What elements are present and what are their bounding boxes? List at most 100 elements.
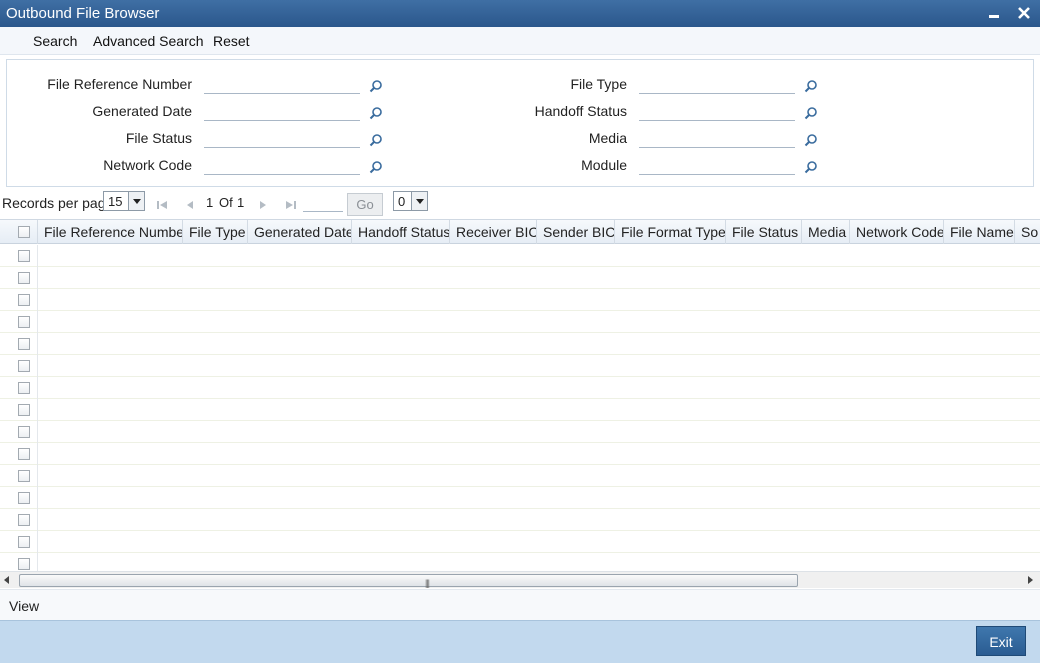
row-checkbox[interactable]: [18, 316, 30, 328]
column-header[interactable]: File Reference Number: [38, 220, 183, 244]
first-page-icon[interactable]: [155, 198, 169, 212]
footer: [0, 620, 1040, 663]
column-header[interactable]: File Status: [726, 220, 802, 244]
advanced-search-button[interactable]: Advanced Search: [93, 33, 204, 49]
column-header[interactable]: Receiver BIC: [450, 220, 537, 244]
search-icon[interactable]: [804, 106, 818, 120]
column-header[interactable]: File Type: [183, 220, 248, 244]
search-button[interactable]: Search: [33, 33, 77, 49]
of-label: Of: [219, 195, 233, 210]
table-row[interactable]: [0, 421, 1040, 443]
row-checkbox[interactable]: [18, 470, 30, 482]
row-checkbox[interactable]: [18, 514, 30, 526]
reset-button[interactable]: Reset: [213, 33, 250, 49]
results-grid: File Reference Number File Type Generate…: [0, 219, 1040, 571]
row-checkbox[interactable]: [18, 448, 30, 460]
table-row[interactable]: [0, 333, 1040, 355]
page-select[interactable]: 0: [393, 191, 428, 211]
select-all-checkbox[interactable]: [18, 226, 30, 238]
row-checkbox[interactable]: [18, 558, 30, 570]
generated-date-label: Generated Date: [92, 103, 192, 119]
current-page: 1: [206, 195, 214, 210]
toolbar: Search Advanced Search Reset: [0, 27, 1040, 55]
search-icon[interactable]: [804, 160, 818, 174]
scrollbar-thumb[interactable]: |||: [19, 574, 798, 588]
records-per-page-select[interactable]: 15: [103, 191, 145, 211]
module-label: Module: [581, 157, 627, 173]
view-bar: View: [0, 589, 1040, 620]
row-checkbox[interactable]: [18, 272, 30, 284]
column-header[interactable]: Generated Date: [248, 220, 352, 244]
file-status-input[interactable]: [204, 130, 360, 148]
network-code-label: Network Code: [103, 157, 192, 173]
table-row[interactable]: [0, 487, 1040, 509]
row-checkbox[interactable]: [18, 492, 30, 504]
column-header[interactable]: Media: [802, 220, 850, 244]
search-icon[interactable]: [369, 160, 383, 174]
previous-page-icon[interactable]: [183, 198, 197, 212]
file-status-label: File Status: [125, 130, 192, 146]
view-button[interactable]: View: [9, 598, 39, 614]
search-icon[interactable]: [369, 106, 383, 120]
column-header[interactable]: Network Code: [850, 220, 944, 244]
exit-button[interactable]: Exit: [976, 626, 1026, 656]
network-code-input[interactable]: [204, 157, 360, 175]
scroll-right-icon[interactable]: [1028, 576, 1033, 584]
column-header[interactable]: File Format Type: [615, 220, 726, 244]
column-header[interactable]: Sender BIC: [537, 220, 615, 244]
close-icon[interactable]: [1014, 3, 1034, 23]
row-checkbox[interactable]: [18, 250, 30, 262]
row-checkbox[interactable]: [18, 382, 30, 394]
table-row[interactable]: [0, 355, 1040, 377]
column-header[interactable]: Handoff Status: [352, 220, 450, 244]
table-row[interactable]: [0, 443, 1040, 465]
media-label: Media: [588, 130, 627, 146]
page-number-input[interactable]: [303, 193, 343, 212]
row-checkbox[interactable]: [18, 404, 30, 416]
table-row[interactable]: [0, 289, 1040, 311]
search-icon[interactable]: [369, 133, 383, 147]
media-input[interactable]: [639, 130, 795, 148]
search-icon[interactable]: [804, 133, 818, 147]
row-checkbox[interactable]: [18, 294, 30, 306]
row-checkbox[interactable]: [18, 426, 30, 438]
generated-date-input[interactable]: [204, 103, 360, 121]
column-header[interactable]: So: [1015, 220, 1040, 244]
select-all-column: [0, 220, 38, 244]
handoff-status-input[interactable]: [639, 103, 795, 121]
table-row[interactable]: [0, 553, 1040, 571]
file-type-label: File Type: [570, 76, 627, 92]
table-row[interactable]: [0, 377, 1040, 399]
file-reference-number-input[interactable]: [204, 76, 360, 94]
table-row[interactable]: [0, 267, 1040, 289]
window-title-bar: Outbound File Browser: [0, 0, 1040, 27]
table-row[interactable]: [0, 465, 1040, 487]
search-icon[interactable]: [369, 79, 383, 93]
last-page-icon[interactable]: [284, 198, 298, 212]
column-header[interactable]: File Name: [944, 220, 1015, 244]
search-criteria-panel: File Reference Number Generated Date Fil…: [6, 59, 1034, 187]
records-per-page-value: 15: [108, 194, 123, 209]
file-reference-number-label: File Reference Number: [47, 76, 192, 92]
scroll-left-icon[interactable]: [4, 576, 9, 584]
search-icon[interactable]: [804, 79, 818, 93]
table-row[interactable]: [0, 531, 1040, 553]
go-button[interactable]: Go: [347, 193, 383, 216]
page-select-value: 0: [398, 194, 406, 209]
handoff-status-label: Handoff Status: [534, 103, 627, 119]
horizontal-scrollbar[interactable]: |||: [0, 571, 1040, 588]
grid-header: File Reference Number File Type Generate…: [0, 220, 1040, 244]
table-row[interactable]: [0, 509, 1040, 531]
chevron-down-icon: [411, 192, 427, 210]
next-page-icon[interactable]: [256, 198, 270, 212]
row-checkbox[interactable]: [18, 360, 30, 372]
row-checkbox[interactable]: [18, 536, 30, 548]
file-type-input[interactable]: [639, 76, 795, 94]
table-row[interactable]: [0, 245, 1040, 267]
window-title: Outbound File Browser: [6, 5, 160, 22]
row-checkbox[interactable]: [18, 338, 30, 350]
table-row[interactable]: [0, 311, 1040, 333]
minimize-icon[interactable]: [984, 3, 1004, 23]
table-row[interactable]: [0, 399, 1040, 421]
module-input[interactable]: [639, 157, 795, 175]
